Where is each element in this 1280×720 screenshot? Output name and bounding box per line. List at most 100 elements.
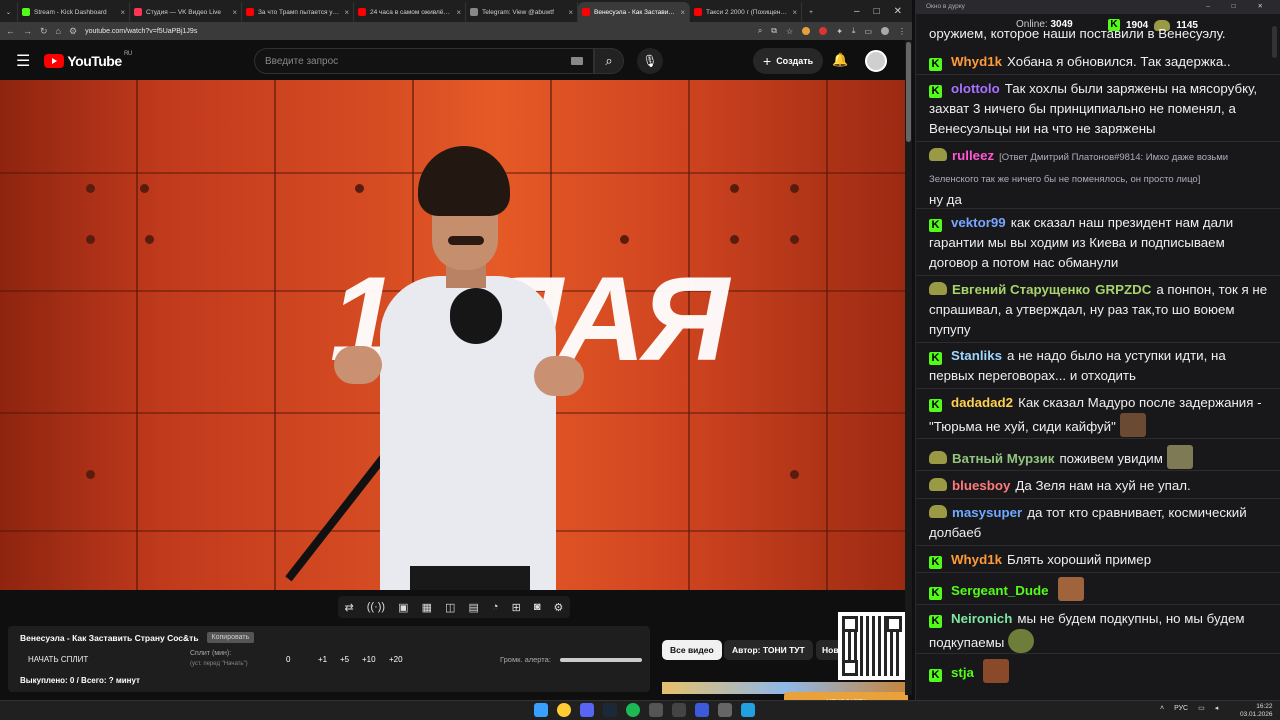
browser-tab-active[interactable]: Венесуэла - Как Заставить С...× [578,2,690,22]
extension-icon[interactable] [819,27,828,35]
voice-search-button[interactable]: 🎙 [637,48,663,74]
keyboard-icon[interactable] [571,57,583,65]
copy-button[interactable]: Копировать [206,632,255,643]
add-20-button[interactable]: +20 [389,655,403,664]
speed-icon[interactable]: ◔ [492,601,499,613]
add-1-button[interactable]: +1 [318,655,327,664]
tab-search-button[interactable]: ⌄ [0,2,18,22]
alert-volume-slider[interactable] [560,658,642,662]
sidebar-icon[interactable]: ▭ [864,27,872,36]
bookmark-star-icon[interactable]: ☆ [786,27,793,36]
chat-username[interactable]: stja [951,665,974,680]
chat-username[interactable]: bluesboy [952,478,1010,493]
back-icon[interactable]: ← [6,26,15,36]
close-icon[interactable]: × [680,8,685,17]
chip-all-videos[interactable]: Все видео [662,640,722,660]
chrome-icon[interactable] [557,703,571,717]
browser-tab[interactable]: 24 часа в самом оживлённ... × [354,2,466,22]
maximize-icon[interactable]: □ [874,6,880,17]
chat-username[interactable]: rulleez [952,148,994,163]
download-icon[interactable]: ⤓ [852,26,856,36]
chat-username[interactable]: vektor99 [951,215,1006,230]
address-bar: ← → ↻ ⌂ ⚙ youtube.com/watch?v=f5UaPBj1J9… [0,22,912,40]
hamburger-menu-icon[interactable]: ☰ [16,51,30,71]
app-icon[interactable] [695,703,709,717]
telegram-icon[interactable] [741,703,755,717]
profile-avatar[interactable] [881,27,889,35]
create-button[interactable]: + Создать [753,48,824,74]
cinema-icon[interactable]: ▣ [398,601,408,614]
volume-icon[interactable]: ◂ [1215,704,1219,712]
browser-tab[interactable]: Студия — VK Видео Live × [130,2,242,22]
close-icon[interactable]: × [456,8,461,17]
add-clip-icon[interactable]: ⊞ [512,601,521,614]
audio-icon[interactable]: ((·)) [367,601,385,613]
screenshot-icon[interactable]: ◙ [534,601,541,613]
chat-username[interactable]: Sergeant_Dude [951,583,1049,598]
notifications-bell-icon[interactable]: 🔔 [832,52,848,68]
chat-username[interactable]: olottolo [951,81,1000,96]
chat-username[interactable]: Whyd1k [951,552,1002,567]
chat-username[interactable]: Neironich [951,611,1012,626]
browser-tab[interactable]: Такси 2 2000 г (Похищение)... × [690,2,802,22]
close-icon[interactable]: × [568,8,573,17]
close-icon[interactable]: × [120,8,125,17]
window-controls[interactable]: – □ ✕ [1206,2,1273,10]
language-indicator[interactable]: РУС [1174,705,1188,712]
chat-username[interactable]: masysuper [952,505,1022,520]
app-icon[interactable] [672,703,686,717]
youtube-logo[interactable]: YouTube RU [44,51,132,69]
menu-dots-icon[interactable]: ⋮ [898,27,906,36]
close-icon[interactable]: × [344,8,349,17]
settings-gear-icon[interactable]: ⚙ [554,601,564,614]
app-icon[interactable] [649,703,663,717]
add-10-button[interactable]: +10 [362,655,376,664]
extension-icon[interactable] [802,27,811,35]
network-icon[interactable]: ▭ [1198,704,1205,712]
chat-message: bluesboy Да Зеля нам на хуй не упал. [929,476,1269,496]
loop-icon[interactable]: ⇄ [345,601,354,614]
pip-icon[interactable]: ◫ [445,601,455,614]
reload-icon[interactable]: ↻ [40,26,48,37]
site-info-icon[interactable]: ⚙ [69,26,77,37]
film-icon[interactable]: ▦ [422,601,432,614]
new-tab-button[interactable]: + [802,2,820,22]
home-icon[interactable]: ⌂ [56,26,61,36]
add-5-button[interactable]: +5 [340,655,349,664]
discord-icon[interactable] [580,703,594,717]
spotify-icon[interactable] [626,703,640,717]
chat-username-tag[interactable]: GRPZDC [1095,282,1151,297]
chat-username[interactable]: Ватный Мурзик [952,451,1054,466]
chat-username[interactable]: Whyd1k [951,54,1002,69]
zoom-icon[interactable]: ⌕ [758,26,762,36]
start-split-button[interactable]: НАЧАТЬ СПЛИТ [28,655,88,664]
url-field[interactable]: youtube.com/watch?v=f5UaPBj1J9s [85,28,750,35]
split-value-input[interactable]: 0 [286,655,290,664]
close-icon[interactable]: × [792,8,797,17]
youtube-icon [694,8,702,16]
chip-author[interactable]: Автор: ТОНИ ТУТ [724,640,813,660]
browser-tab[interactable]: Stream - Kick Dashboard × [18,2,130,22]
frames-icon[interactable]: ▤ [468,601,478,614]
search-button[interactable]: ⌕ [594,48,624,74]
browser-tab[interactable]: Telegram: View @abuwtf × [466,2,578,22]
chat-username[interactable]: Евгений Старущенко [952,282,1090,297]
account-avatar[interactable] [865,50,887,72]
extensions-puzzle-icon[interactable]: ✦ [836,27,843,36]
page-scrollbar[interactable] [905,40,912,695]
search-input[interactable]: Введите запрос [254,48,594,74]
forward-icon[interactable]: → [23,26,32,36]
minimize-icon[interactable]: – [854,6,860,17]
cast-icon[interactable]: ⧉ [771,26,777,36]
chat-username[interactable]: dadadad2 [951,395,1013,410]
video-player[interactable]: 1СЯАЯ [0,80,905,590]
start-icon[interactable] [534,703,548,717]
app-icon[interactable] [718,703,732,717]
browser-tab[interactable]: За что Трамп пытается убить...× [242,2,354,22]
chat-username[interactable]: Stanliks [951,348,1002,363]
tray-chevron-icon[interactable]: ˄ [1160,705,1164,712]
steam-icon[interactable] [603,703,617,717]
close-icon[interactable]: × [232,8,237,17]
system-clock[interactable]: 16:22 03.01.2026 [1240,703,1273,719]
close-window-icon[interactable]: ✕ [894,6,902,17]
